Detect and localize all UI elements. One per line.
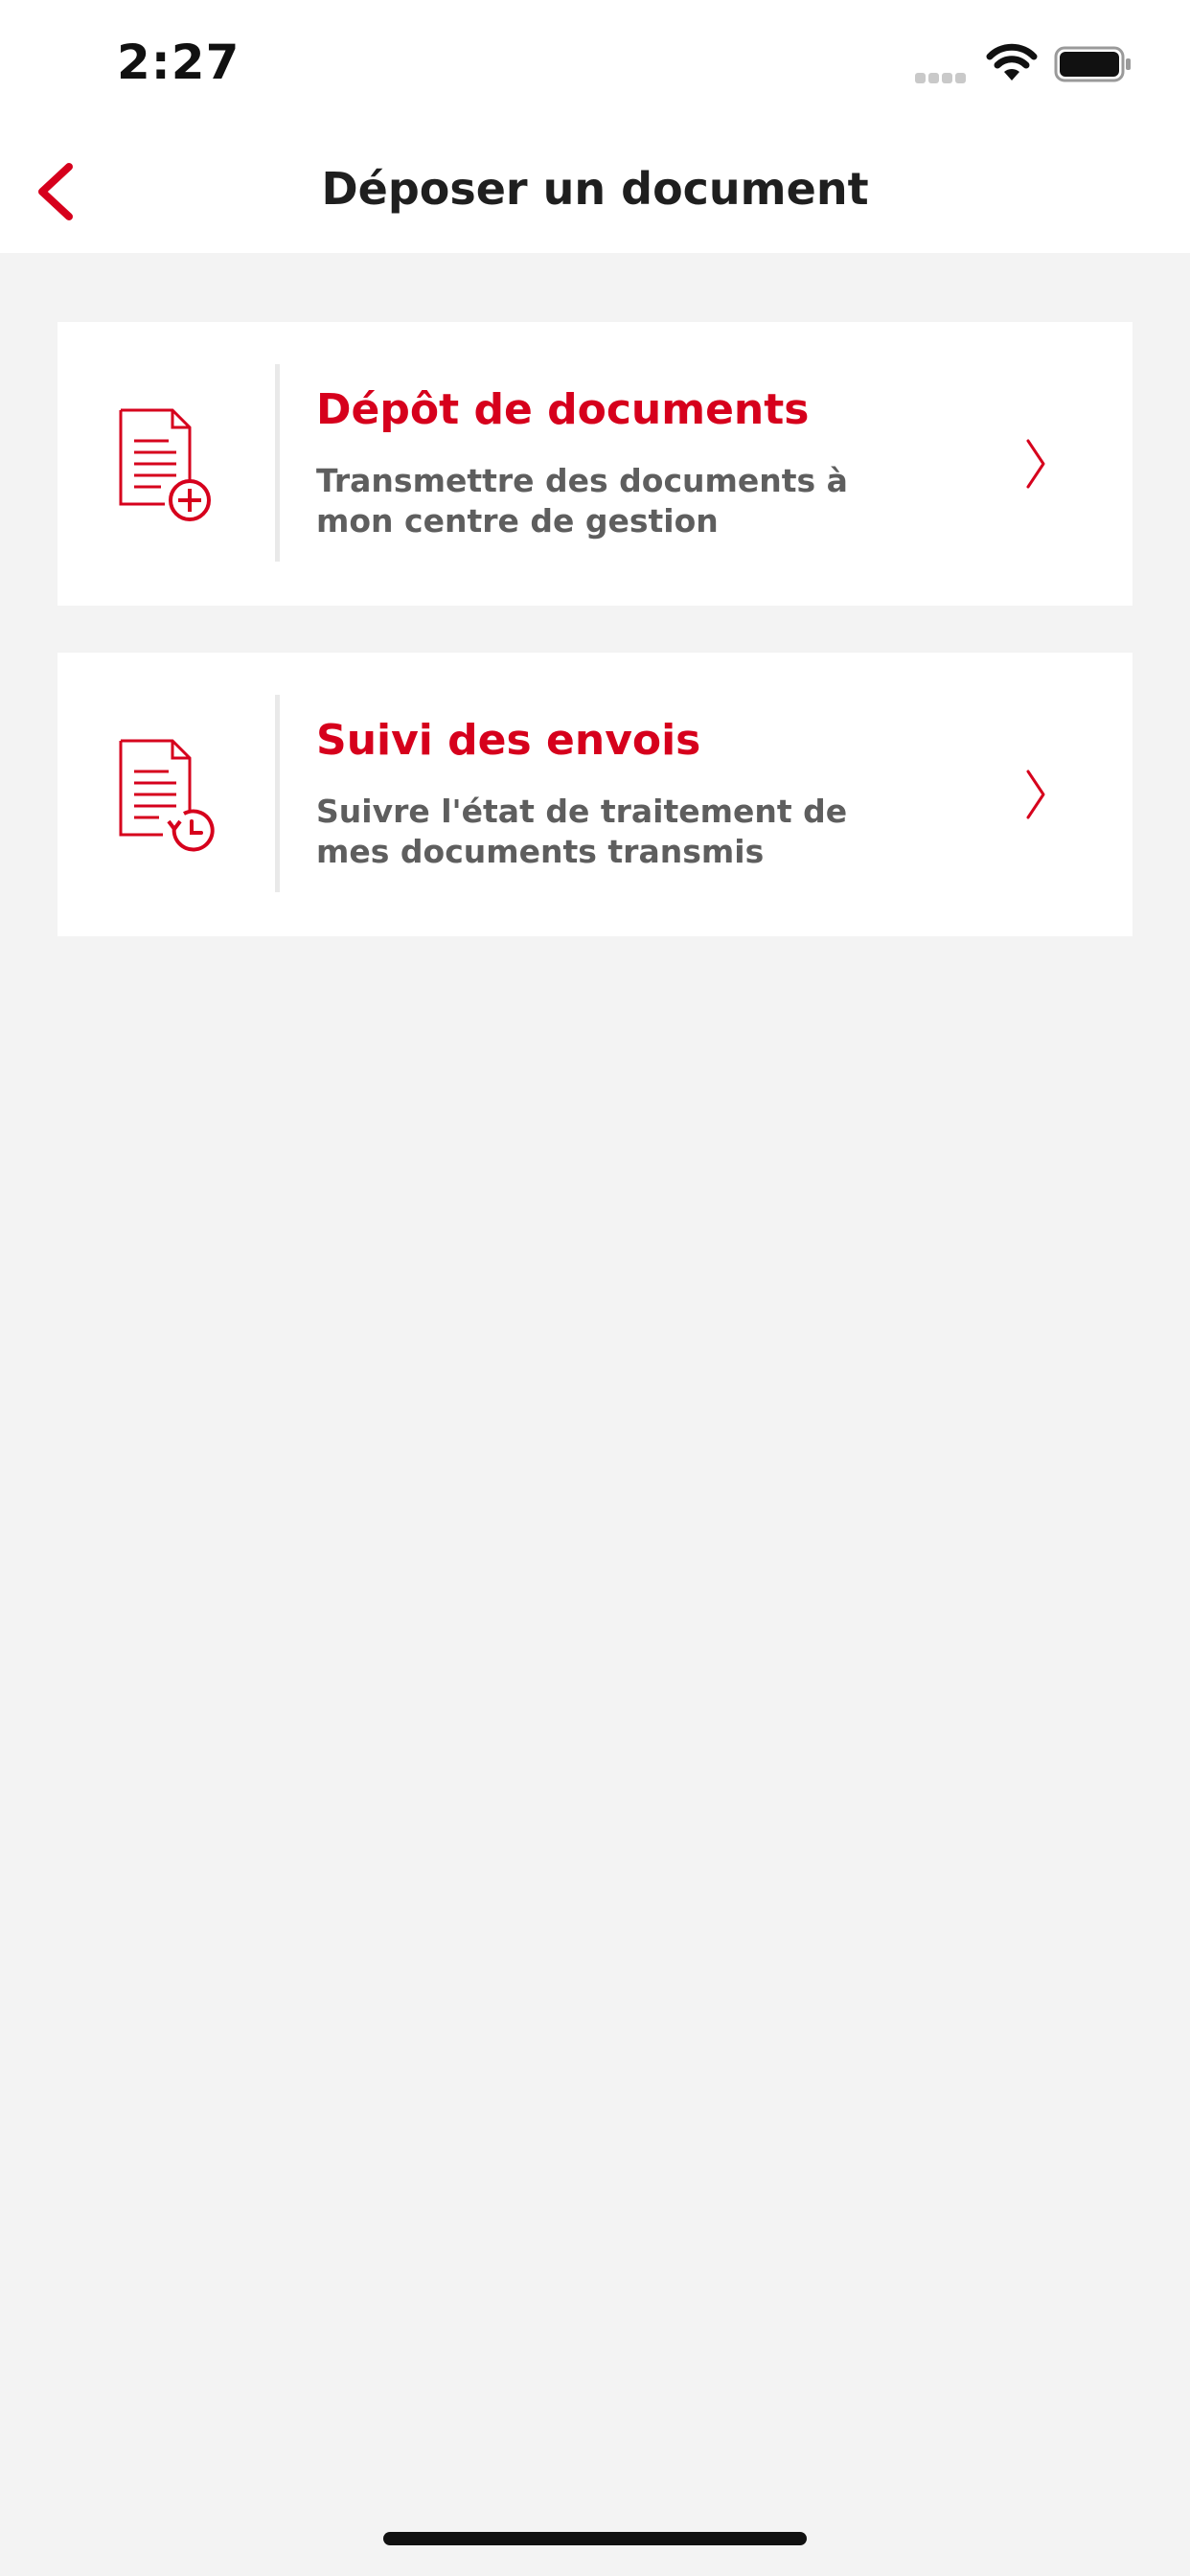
- document-history-icon: [119, 739, 215, 852]
- menu-item-depot-documents[interactable]: Dépôt de documents Transmettre des docum…: [57, 322, 1133, 606]
- menu-item-description: Suivre l'état de traitement de mes docum…: [316, 793, 848, 870]
- status-time: 2:27: [117, 34, 240, 90]
- chevron-right-icon: [1026, 770, 1045, 819]
- document-add-icon: [119, 408, 211, 521]
- menu-item-description: Transmettre des documents à mon centre d…: [316, 462, 848, 540]
- navigation-bar: Déposer un document: [0, 126, 1190, 253]
- chevron-right-icon: [1026, 439, 1045, 489]
- menu-item-title: Dépôt de documents: [316, 385, 810, 434]
- card-divider: [275, 364, 280, 562]
- home-indicator[interactable]: [383, 2532, 807, 2545]
- menu-item-title: Suivi des envois: [316, 716, 701, 765]
- wifi-icon: [986, 43, 1038, 80]
- status-bar: 2:27: [0, 0, 1190, 126]
- cellular-signal-icon: [915, 69, 969, 84]
- battery-icon: [1054, 46, 1131, 82]
- menu-item-suivi-envois[interactable]: Suivi des envois Suivre l'état de traite…: [57, 653, 1133, 936]
- card-divider: [275, 695, 280, 892]
- page-title: Déposer un document: [321, 163, 869, 215]
